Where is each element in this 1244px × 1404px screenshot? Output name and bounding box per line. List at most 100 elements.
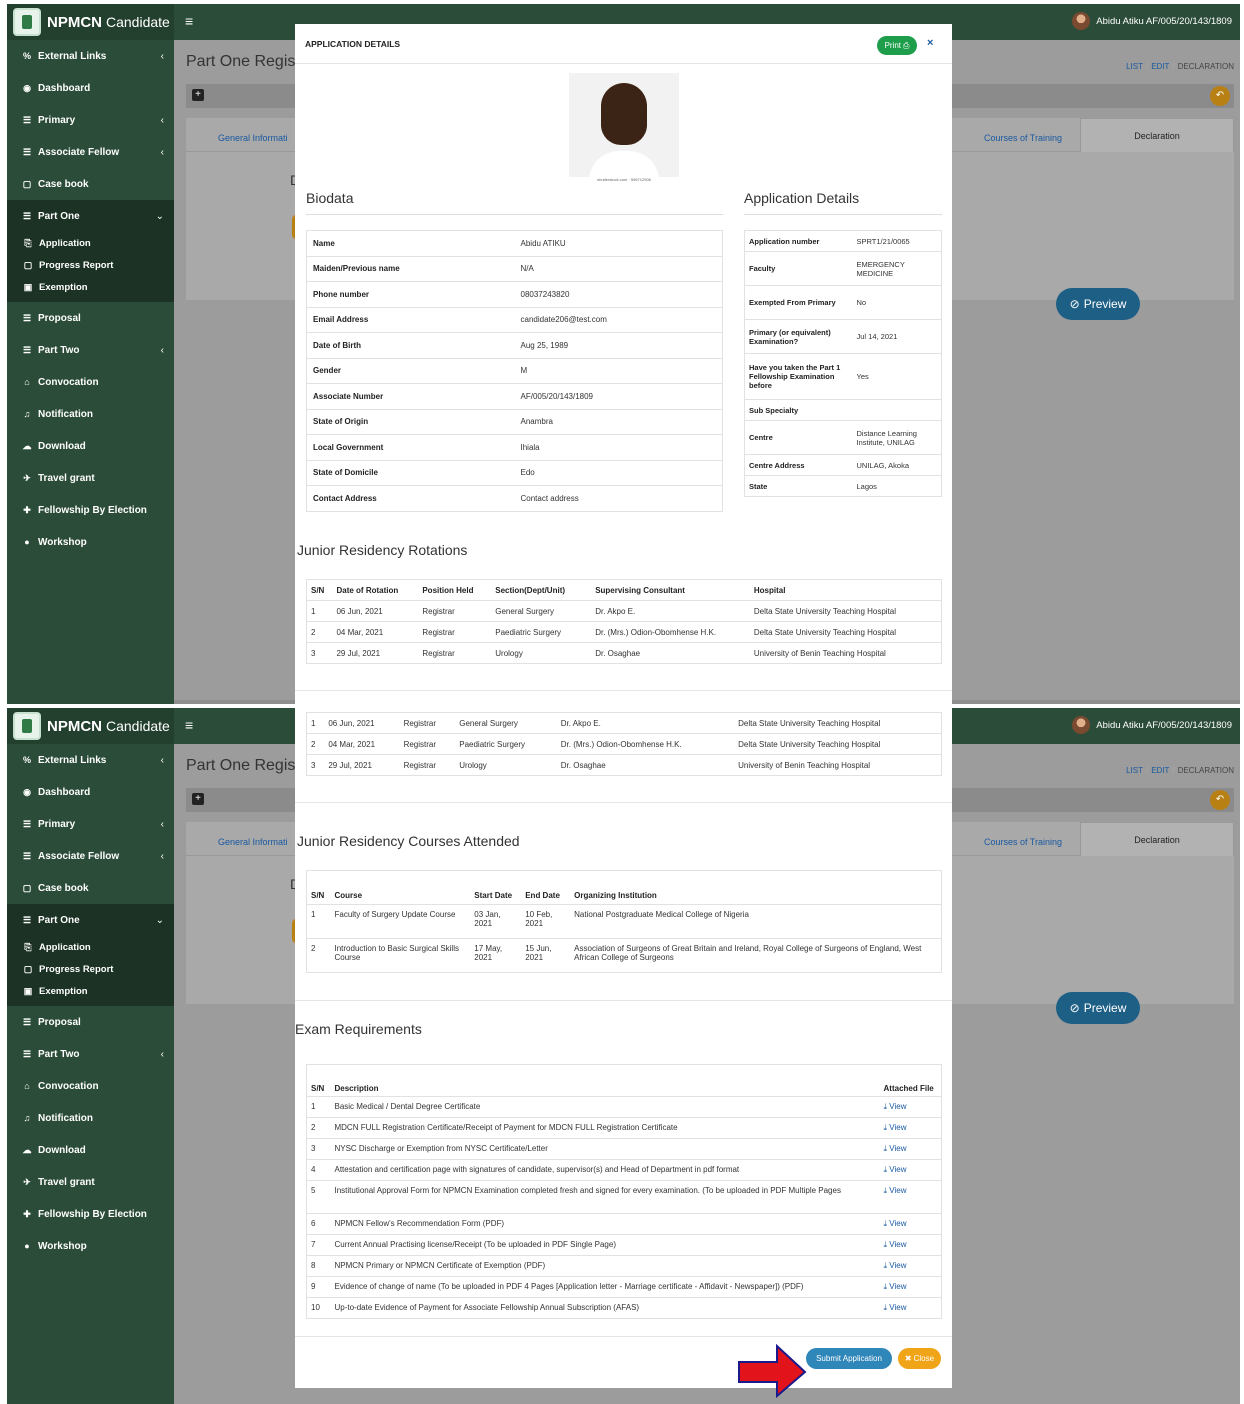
- brand[interactable]: NPMCN Candidate: [7, 4, 174, 40]
- view-file-link[interactable]: ⤓ View: [879, 1255, 942, 1277]
- sidebar-item-case-book[interactable]: ▢ Case book: [7, 872, 174, 904]
- brand[interactable]: NPMCN Candidate: [7, 708, 174, 744]
- user-menu[interactable]: Abidu Atiku AF/005/20/143/1809: [1072, 12, 1232, 30]
- sidebar-item-workshop[interactable]: ● Workshop: [7, 1230, 174, 1262]
- back-button[interactable]: ↶: [1210, 790, 1230, 810]
- table-cell: 03 Jan, 2021: [470, 904, 522, 939]
- exam-requirements-table: S/N Description Attached File 1 Basic Medica…: [306, 1064, 942, 1319]
- avatar: [1072, 12, 1091, 30]
- sidebar-subitem-progress-report[interactable]: ▢ Progress Report: [7, 254, 174, 276]
- add-icon[interactable]: +: [192, 89, 204, 101]
- menu-toggle-icon[interactable]: ≡: [185, 13, 193, 29]
- exam-requirements-heading: Exam Requirements: [295, 1021, 422, 1037]
- page-title: Part One Regist: [186, 757, 300, 774]
- tab-courses-of-training[interactable]: Courses of Training: [984, 133, 1062, 143]
- sidebar-subitem-application[interactable]: ⎘ Application: [7, 936, 174, 958]
- add-icon[interactable]: +: [192, 793, 204, 805]
- sidebar-item-external-links[interactable]: % External Links ‹: [7, 40, 174, 72]
- sidebar-item-dashboard[interactable]: ◉ Dashboard: [7, 776, 174, 808]
- back-button[interactable]: ↶: [1210, 86, 1230, 106]
- sidebar-subitem-exemption[interactable]: ▣ Exemption: [7, 276, 174, 298]
- table-cell: 17 May, 2021: [470, 938, 522, 973]
- sidebar-item-notification[interactable]: ♫ Notification: [7, 398, 174, 430]
- table-row: 10 Up-to-date Evidence of Payment for Ass…: [306, 1297, 942, 1319]
- chevron-icon: ‹: [160, 754, 164, 766]
- sidebar-item-proposal[interactable]: ☰ Proposal: [7, 1006, 174, 1038]
- field-value: Yes: [852, 353, 942, 400]
- table-row: 2 MDCN FULL Registration Certificate/Rece…: [306, 1117, 942, 1139]
- submit-application-button[interactable]: Submit Application: [806, 1348, 892, 1369]
- breadcrumb-item[interactable]: EDIT: [1151, 766, 1169, 775]
- table-row: Sub Specialty: [744, 399, 942, 421]
- user-menu[interactable]: Abidu Atiku AF/005/20/143/1809: [1072, 716, 1232, 734]
- table-row: Contact Address Contact address: [306, 485, 723, 511]
- sidebar-item-associate-fellow[interactable]: ☰ Associate Fellow ‹: [7, 136, 174, 168]
- file-icon: ▢: [22, 178, 32, 189]
- view-file-link[interactable]: ⤓ View: [879, 1117, 942, 1139]
- close-button[interactable]: ✖ Close: [898, 1348, 941, 1369]
- print-button[interactable]: Print ⎙: [877, 36, 917, 55]
- view-file-link[interactable]: ⤓ View: [879, 1159, 942, 1181]
- sidebar-item-fellowship-by-election[interactable]: ✚ Fellowship By Election: [7, 1198, 174, 1230]
- view-file-link[interactable]: ⤓ View: [879, 1138, 942, 1160]
- plane-icon: ✈: [23, 1176, 31, 1187]
- table-row: 3 29 Jul, 2021 Registrar Urology Dr. Osaghae…: [306, 642, 942, 664]
- field-label: Faculty: [744, 251, 853, 286]
- sidebar-item-part-one[interactable]: ☰ Part One ⌄: [7, 904, 174, 936]
- tab-declaration[interactable]: Declaration: [1080, 822, 1234, 856]
- list-icon: ☰: [22, 114, 32, 125]
- modal-title: APPLICATION DETAILS: [305, 39, 401, 49]
- sidebar-item-associate-fellow[interactable]: ☰ Associate Fellow ‹: [7, 840, 174, 872]
- sidebar-subitem-label: Exemption: [39, 281, 88, 293]
- sidebar-item-workshop[interactable]: ● Workshop: [7, 526, 174, 558]
- table-cell: Delta State University Teaching Hospital: [749, 621, 942, 643]
- sidebar-item-external-links[interactable]: % External Links ‹: [7, 744, 174, 776]
- sidebar-item-download[interactable]: ☁ Download: [7, 1134, 174, 1166]
- view-file-link[interactable]: ⤓ View: [879, 1234, 942, 1256]
- view-file-link[interactable]: ⤓ View: [879, 1213, 942, 1235]
- sidebar-item-travel-grant[interactable]: ✈ Travel grant: [7, 462, 174, 494]
- sidebar-item-convocation[interactable]: ⌂ Convocation: [7, 366, 174, 398]
- breadcrumb-item[interactable]: LIST: [1126, 62, 1143, 71]
- table-cell: 2: [306, 621, 333, 643]
- table-row: Primary (or equivalent) Examination? Jul …: [744, 319, 942, 354]
- sidebar-item-part-two[interactable]: ☰ Part Two ‹: [7, 1038, 174, 1070]
- sidebar-item-fellowship-by-election[interactable]: ✚ Fellowship By Election: [7, 494, 174, 526]
- sidebar-item-convocation[interactable]: ⌂ Convocation: [7, 1070, 174, 1102]
- field-value: Contact address: [514, 485, 723, 511]
- tab-general-information[interactable]: General Informati: [218, 837, 288, 847]
- preview-button[interactable]: ⊘ Preview: [1056, 992, 1140, 1024]
- sidebar-item-case-book[interactable]: ▢ Case book: [7, 168, 174, 200]
- sidebar-item-travel-grant[interactable]: ✈ Travel grant: [7, 1166, 174, 1198]
- check-circle-icon: ⊘: [1069, 1001, 1080, 1015]
- field-label: Phone number: [306, 281, 515, 307]
- breadcrumb-item[interactable]: EDIT: [1151, 62, 1169, 71]
- tab-general-information[interactable]: General Informati: [218, 133, 288, 143]
- tab-declaration[interactable]: Declaration: [1080, 118, 1234, 152]
- close-icon[interactable]: ×: [927, 37, 933, 49]
- sidebar-item-part-two[interactable]: ☰ Part Two ‹: [7, 334, 174, 366]
- tab-courses-of-training[interactable]: Courses of Training: [984, 837, 1062, 847]
- menu-toggle-icon[interactable]: ≡: [185, 717, 193, 733]
- sidebar-item-notification[interactable]: ♫ Notification: [7, 1102, 174, 1134]
- sidebar-item-primary[interactable]: ☰ Primary ‹: [7, 808, 174, 840]
- table-row: Email Address candidate206@test.com: [306, 306, 723, 333]
- sidebar-item-download[interactable]: ☁ Download: [7, 430, 174, 462]
- sidebar-subitem-exemption[interactable]: ▣ Exemption: [7, 980, 174, 1002]
- table-cell: Institutional Approval Form for NPMCN Ex…: [330, 1180, 880, 1214]
- view-file-link[interactable]: ⤓ View: [879, 1180, 942, 1214]
- view-file-link[interactable]: ⤓ View: [879, 1297, 942, 1319]
- sidebar-item-part-one[interactable]: ☰ Part One ⌄: [7, 200, 174, 232]
- sidebar-item-dashboard[interactable]: ◉ Dashboard: [7, 72, 174, 104]
- sidebar-item-proposal[interactable]: ☰ Proposal: [7, 302, 174, 334]
- sidebar-subitem-progress-report[interactable]: ▢ Progress Report: [7, 958, 174, 980]
- sidebar-subitem-application[interactable]: ⎘ Application: [7, 232, 174, 254]
- table-cell: 1: [306, 712, 325, 734]
- sidebar-item-primary[interactable]: ☰ Primary ‹: [7, 104, 174, 136]
- sidebar-item-label: Associate Fellow: [38, 850, 120, 862]
- view-file-link[interactable]: ⤓ View: [879, 1096, 942, 1118]
- view-file-link[interactable]: ⤓ View: [879, 1276, 942, 1298]
- breadcrumb-item[interactable]: LIST: [1126, 766, 1143, 775]
- preview-button[interactable]: ⊘ Preview: [1056, 288, 1140, 320]
- list-icon: ☰: [22, 344, 32, 355]
